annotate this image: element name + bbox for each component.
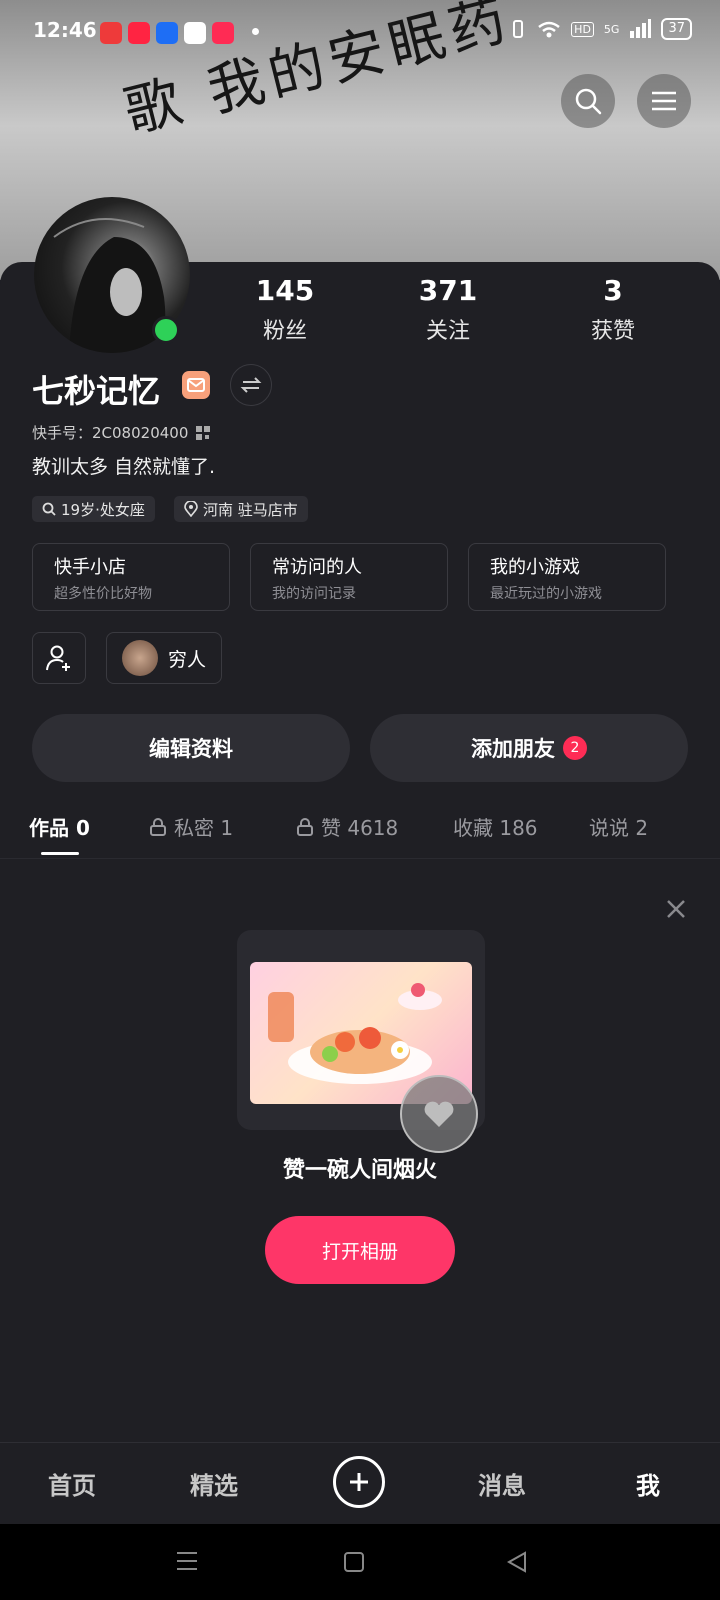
more-notifications-dot — [252, 28, 259, 35]
visitors-card-subtitle: 我的访问记录 — [272, 586, 356, 602]
search-button[interactable] — [561, 74, 615, 128]
tab-favorites[interactable]: 收藏 186 — [453, 812, 538, 841]
add-friend-button[interactable]: 添加朋友 2 — [370, 714, 688, 782]
likes-count: 3 — [603, 274, 623, 307]
wifi-icon — [538, 21, 560, 38]
recents-icon[interactable] — [176, 1551, 198, 1571]
tabs-divider — [0, 858, 720, 859]
add-user-icon — [46, 645, 70, 671]
user-id-line[interactable]: 快手号：2C08020400 — [32, 422, 211, 443]
following-count: 371 — [418, 274, 478, 307]
status-icons: HD 5G 37 — [509, 18, 692, 40]
edit-profile-button[interactable]: 编辑资料 — [32, 714, 350, 782]
visitor-avatar — [121, 640, 158, 676]
close-icon — [667, 900, 685, 918]
close-promo-button[interactable] — [666, 896, 686, 926]
tab-works[interactable]: 作品 0 — [29, 812, 90, 841]
online-status-dot — [152, 316, 180, 344]
lock-icon — [297, 817, 313, 836]
location-label: 河南 驻马店市 — [203, 500, 298, 519]
visitors-card-title: 常访问的人 — [272, 557, 362, 578]
battery-indicator: 37 — [661, 18, 692, 40]
qr-code-icon — [196, 425, 211, 440]
add-friend-badge: 2 — [563, 736, 587, 760]
lock-icon — [150, 817, 166, 836]
swap-icon — [240, 377, 262, 393]
tab-liked[interactable]: 赞 4618 — [297, 812, 398, 841]
tab-private[interactable]: 私密 1 — [150, 812, 233, 841]
search-icon — [575, 88, 602, 115]
nav-featured[interactable]: 精选 — [190, 1466, 238, 1501]
fans-stat[interactable]: 145 粉丝 — [225, 274, 345, 345]
mini-games-card-subtitle: 最近玩过的小游戏 — [490, 586, 602, 602]
notification-app-icon — [156, 22, 178, 44]
visitor-chip[interactable]: 穷人 — [106, 632, 222, 684]
create-button[interactable] — [333, 1456, 385, 1508]
likes-stat[interactable]: 3 获赞 — [553, 274, 673, 345]
fans-label: 粉丝 — [262, 319, 307, 344]
like-button[interactable] — [400, 1075, 478, 1153]
user-id: 快手号：2C08020400 — [32, 424, 189, 442]
tab-moments-label: 说说 2 — [589, 816, 649, 840]
system-nav-bar — [0, 1524, 720, 1600]
tab-works-label: 作品 0 — [29, 816, 90, 840]
open-album-button[interactable]: 打开相册 — [265, 1216, 455, 1284]
open-album-label: 打开相册 — [321, 1240, 398, 1263]
following-label: 关注 — [425, 319, 470, 344]
heart-icon — [424, 1101, 454, 1127]
promo-title: 赞一碗人间烟火 — [282, 1158, 437, 1183]
profile-name: 七秒记忆 — [32, 372, 161, 410]
following-stat[interactable]: 371 关注 — [388, 274, 508, 345]
location-chip: 河南 驻马店市 — [174, 496, 308, 522]
mail-icon — [187, 378, 205, 392]
network-label: 5G — [603, 22, 620, 36]
notification-app-icon — [100, 22, 122, 44]
hd-label: HD — [571, 21, 594, 37]
fans-count: 145 — [255, 274, 315, 307]
location-icon — [184, 501, 198, 517]
mini-games-card-title: 我的小游戏 — [490, 557, 580, 578]
switch-account-button[interactable] — [230, 364, 272, 406]
tab-liked-label: 赞 4618 — [321, 816, 399, 840]
nav-messages[interactable]: 消息 — [478, 1466, 526, 1501]
plus-icon — [350, 1473, 368, 1491]
menu-button[interactable] — [637, 74, 691, 128]
tab-private-label: 私密 1 — [174, 816, 234, 840]
active-tab-indicator — [41, 852, 79, 855]
home-icon[interactable] — [343, 1551, 365, 1573]
visitors-card[interactable]: 常访问的人 我的访问记录 — [250, 543, 448, 611]
nav-me[interactable]: 我 — [636, 1466, 660, 1501]
tab-moments[interactable]: 说说 2 — [589, 812, 648, 841]
visitor-label: 穷人 — [167, 648, 206, 671]
notification-app-icon — [212, 22, 234, 44]
age-zodiac-chip: 19岁·处女座 — [32, 496, 155, 522]
nav-home[interactable]: 首页 — [48, 1466, 96, 1501]
tab-favorites-label: 收藏 186 — [453, 816, 538, 840]
vibrate-icon — [513, 20, 524, 38]
edit-profile-label: 编辑资料 — [149, 737, 233, 761]
likes-label: 获赞 — [590, 319, 635, 344]
shop-card[interactable]: 快手小店 超多性价比好物 — [32, 543, 230, 611]
level-badge[interactable] — [182, 371, 210, 399]
search-icon — [42, 502, 56, 516]
back-icon[interactable] — [506, 1551, 528, 1573]
notification-app-icon — [128, 22, 150, 44]
status-time: 12:46 — [33, 18, 97, 42]
age-zodiac-label: 19岁·处女座 — [61, 500, 145, 519]
add-friend-label: 添加朋友 — [471, 737, 555, 761]
menu-icon — [652, 91, 676, 111]
signal-icon — [630, 19, 652, 38]
bio: 教训太多 自然就懂了. — [32, 456, 216, 478]
notification-app-icon — [184, 22, 206, 44]
shop-card-title: 快手小店 — [54, 557, 126, 578]
shop-card-subtitle: 超多性价比好物 — [54, 586, 152, 602]
mini-games-card[interactable]: 我的小游戏 最近玩过的小游戏 — [468, 543, 666, 611]
add-user-button[interactable] — [32, 632, 86, 684]
